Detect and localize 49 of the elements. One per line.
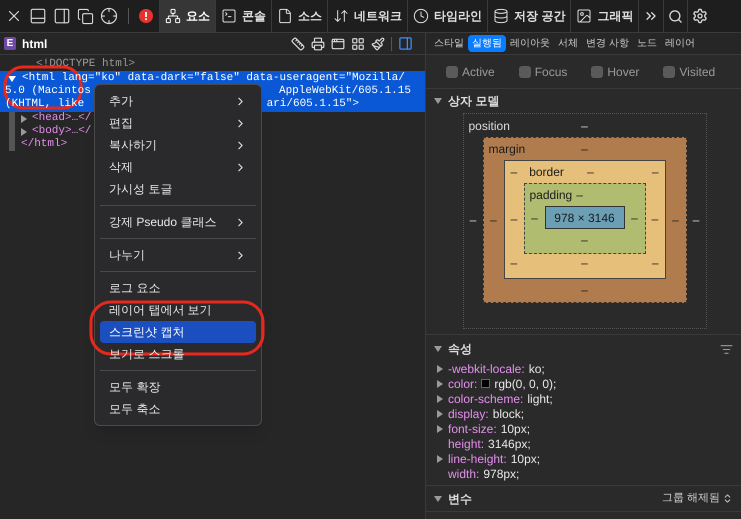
property-value: light; — [527, 390, 553, 408]
property-value: 978px; — [483, 466, 520, 482]
node-text: ari/605.1.15"> — [266, 98, 359, 111]
box-value: – — [581, 142, 588, 156]
node-text: </html> — [21, 138, 68, 150]
property-name: height: — [448, 436, 484, 452]
box-value: – — [581, 256, 588, 270]
checkbox-label: Visited — [679, 64, 716, 80]
box-value: – — [587, 165, 594, 179]
checkbox-label: Active — [462, 64, 495, 80]
checkbox-label: Focus — [534, 64, 568, 80]
box-value: – — [470, 213, 476, 227]
property-value: 10px; — [510, 450, 540, 468]
property-value: rgb(0, 0, 0); — [494, 376, 556, 392]
property-value: 3146px; — [488, 436, 531, 452]
box-value: – — [581, 283, 588, 297]
property-name: color: — [448, 376, 478, 392]
box-label: margin — [488, 141, 526, 158]
property-name: font-size: — [448, 420, 497, 438]
checkbox-label: Hover — [607, 64, 640, 80]
box-label: border — [529, 164, 565, 181]
box-value: – — [581, 118, 588, 132]
box-label: position — [468, 118, 511, 134]
box-value: – — [692, 213, 700, 227]
node-text: AppleWebKit/605.1.15 — [278, 85, 411, 98]
box-value: – — [576, 188, 583, 202]
doctype-text: <!DOCTYPE html> — [36, 58, 136, 70]
box-value: – — [510, 212, 518, 226]
element-badge: E — [4, 37, 16, 50]
property-value: ko; — [528, 360, 545, 378]
box-label: padding — [530, 187, 572, 204]
property-name: color-scheme: — [448, 390, 524, 408]
property-name: line-height: — [448, 450, 507, 468]
box-value: – — [652, 165, 658, 179]
box-value: – — [581, 233, 588, 247]
content-box: 978 × 3146 — [544, 206, 624, 229]
property-name: width: — [448, 466, 480, 482]
property-name: display: — [448, 406, 489, 422]
box-value: – — [652, 256, 658, 270]
box-value: – — [531, 210, 538, 224]
property-value: block; — [492, 406, 524, 422]
box-value: – — [490, 212, 497, 226]
box-value: – — [510, 165, 518, 179]
property-value: 10px; — [500, 420, 530, 438]
box-value: – — [510, 256, 518, 270]
box-value: – — [672, 212, 679, 226]
box-value: – — [631, 210, 638, 224]
box-value: – — [652, 212, 658, 226]
property-name: -webkit-locale: — [448, 360, 525, 378]
